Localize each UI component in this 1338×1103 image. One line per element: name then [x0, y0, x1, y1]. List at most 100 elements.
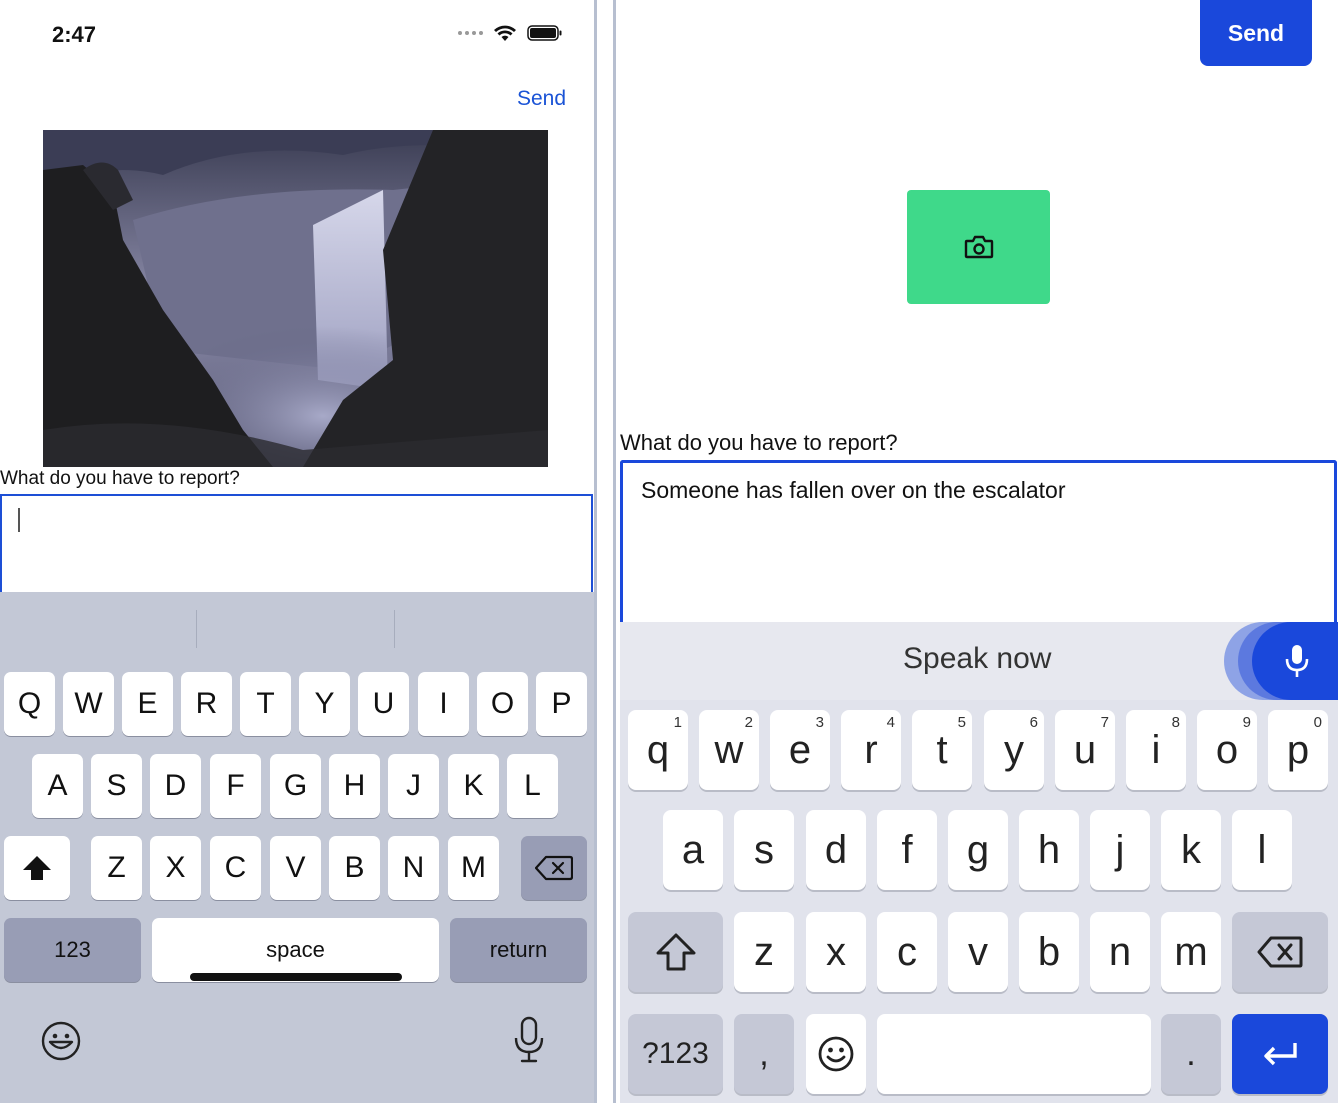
- key-y[interactable]: y6: [984, 710, 1044, 790]
- key-t[interactable]: T: [240, 672, 291, 736]
- key-e[interactable]: E: [122, 672, 173, 736]
- speak-now-label: Speak now: [903, 642, 1052, 675]
- key-k[interactable]: K: [448, 754, 499, 818]
- screen-divider: [594, 0, 597, 1103]
- key-y[interactable]: Y: [299, 672, 350, 736]
- key-g[interactable]: G: [270, 754, 321, 818]
- space-key[interactable]: [877, 1014, 1151, 1094]
- report-text-value: Someone has fallen over on the escalator: [641, 477, 1066, 503]
- home-indicator[interactable]: [190, 973, 402, 981]
- key-c[interactable]: c: [877, 912, 937, 992]
- android-keyboard: Speak now q1 w2 e3 r4 t5 y6 u7 i8 o9 p0 …: [620, 622, 1338, 1103]
- suggestion-divider: [196, 610, 197, 648]
- key-h[interactable]: h: [1019, 810, 1079, 890]
- key-g[interactable]: g: [948, 810, 1008, 890]
- battery-icon: [527, 25, 562, 41]
- delete-icon: [535, 855, 573, 881]
- key-w[interactable]: W: [63, 672, 114, 736]
- voice-mic-button[interactable]: [1252, 622, 1338, 700]
- key-h[interactable]: H: [329, 754, 380, 818]
- key-d[interactable]: d: [806, 810, 866, 890]
- key-n[interactable]: N: [388, 836, 439, 900]
- return-key[interactable]: return: [450, 918, 587, 982]
- shift-icon: [23, 856, 51, 880]
- key-u[interactable]: U: [358, 672, 409, 736]
- key-i[interactable]: I: [418, 672, 469, 736]
- shift-icon: [656, 933, 695, 971]
- ios-screen: 2:47 Send What do you have to report? Q …: [0, 0, 594, 1103]
- delete-key[interactable]: [1232, 912, 1328, 992]
- key-l[interactable]: L: [507, 754, 558, 818]
- camera-icon: [964, 235, 993, 259]
- key-z[interactable]: Z: [91, 836, 142, 900]
- key-s[interactable]: S: [91, 754, 142, 818]
- key-x[interactable]: x: [806, 912, 866, 992]
- status-icons: [458, 24, 563, 42]
- key-j[interactable]: J: [388, 754, 439, 818]
- cellular-signal-icon: [458, 31, 483, 35]
- key-r[interactable]: R: [181, 672, 232, 736]
- attached-photo[interactable]: [43, 130, 548, 467]
- key-b[interactable]: b: [1019, 912, 1079, 992]
- key-z[interactable]: z: [734, 912, 794, 992]
- key-a[interactable]: A: [32, 754, 83, 818]
- symbols-key[interactable]: ?123: [628, 1014, 723, 1094]
- text-cursor: [18, 508, 20, 532]
- key-u[interactable]: u7: [1055, 710, 1115, 790]
- emoji-icon: [818, 1036, 854, 1072]
- key-e[interactable]: e3: [770, 710, 830, 790]
- emoji-icon[interactable]: [40, 1020, 82, 1062]
- key-l[interactable]: l: [1232, 810, 1292, 890]
- comma-key[interactable]: ,: [734, 1014, 794, 1094]
- key-a[interactable]: a: [663, 810, 723, 890]
- send-button[interactable]: Send: [517, 87, 566, 111]
- microphone-icon: [1285, 645, 1309, 677]
- status-time: 2:47: [52, 22, 97, 47]
- key-c[interactable]: C: [210, 836, 261, 900]
- key-w[interactable]: w2: [699, 710, 759, 790]
- report-text-input[interactable]: [0, 494, 593, 592]
- send-button[interactable]: Send: [1200, 0, 1312, 66]
- key-m[interactable]: M: [448, 836, 499, 900]
- key-i[interactable]: i8: [1126, 710, 1186, 790]
- report-prompt-label: What do you have to report?: [620, 430, 898, 455]
- android-screen: Send What do you have to report? Someone…: [618, 0, 1338, 1103]
- key-j[interactable]: j: [1090, 810, 1150, 890]
- report-text-input[interactable]: Someone has fallen over on the escalator: [620, 460, 1337, 624]
- key-o[interactable]: O: [477, 672, 528, 736]
- enter-key[interactable]: [1232, 1014, 1328, 1094]
- key-n[interactable]: n: [1090, 912, 1150, 992]
- key-k[interactable]: k: [1161, 810, 1221, 890]
- key-t[interactable]: t5: [912, 710, 972, 790]
- key-q[interactable]: Q: [4, 672, 55, 736]
- key-s[interactable]: s: [734, 810, 794, 890]
- delete-icon: [1257, 936, 1303, 968]
- key-m[interactable]: m: [1161, 912, 1221, 992]
- enter-icon: [1264, 1043, 1297, 1066]
- key-f[interactable]: f: [877, 810, 937, 890]
- key-p[interactable]: P: [536, 672, 587, 736]
- shift-key[interactable]: [628, 912, 723, 992]
- voice-input-bar: Speak now: [620, 622, 1338, 700]
- screen-divider: [613, 0, 616, 1103]
- camera-button[interactable]: [907, 190, 1050, 304]
- key-d[interactable]: D: [150, 754, 201, 818]
- key-r[interactable]: r4: [841, 710, 901, 790]
- key-q[interactable]: q1: [628, 710, 688, 790]
- report-prompt-label: What do you have to report?: [0, 468, 240, 489]
- key-v[interactable]: V: [270, 836, 321, 900]
- key-o[interactable]: o9: [1197, 710, 1257, 790]
- emoji-key[interactable]: [806, 1014, 866, 1094]
- key-b[interactable]: B: [329, 836, 380, 900]
- key-x[interactable]: X: [150, 836, 201, 900]
- wifi-icon: [494, 25, 516, 41]
- key-v[interactable]: v: [948, 912, 1008, 992]
- key-f[interactable]: F: [210, 754, 261, 818]
- numbers-key[interactable]: 123: [4, 918, 141, 982]
- period-key[interactable]: .: [1161, 1014, 1221, 1094]
- delete-key[interactable]: [521, 836, 587, 900]
- key-p[interactable]: p0: [1268, 710, 1328, 790]
- shift-key[interactable]: [4, 836, 70, 900]
- microphone-icon[interactable]: [512, 1016, 546, 1064]
- ios-keyboard: Q W E R T Y U I O P A S D F G H J K L Z …: [0, 592, 594, 1103]
